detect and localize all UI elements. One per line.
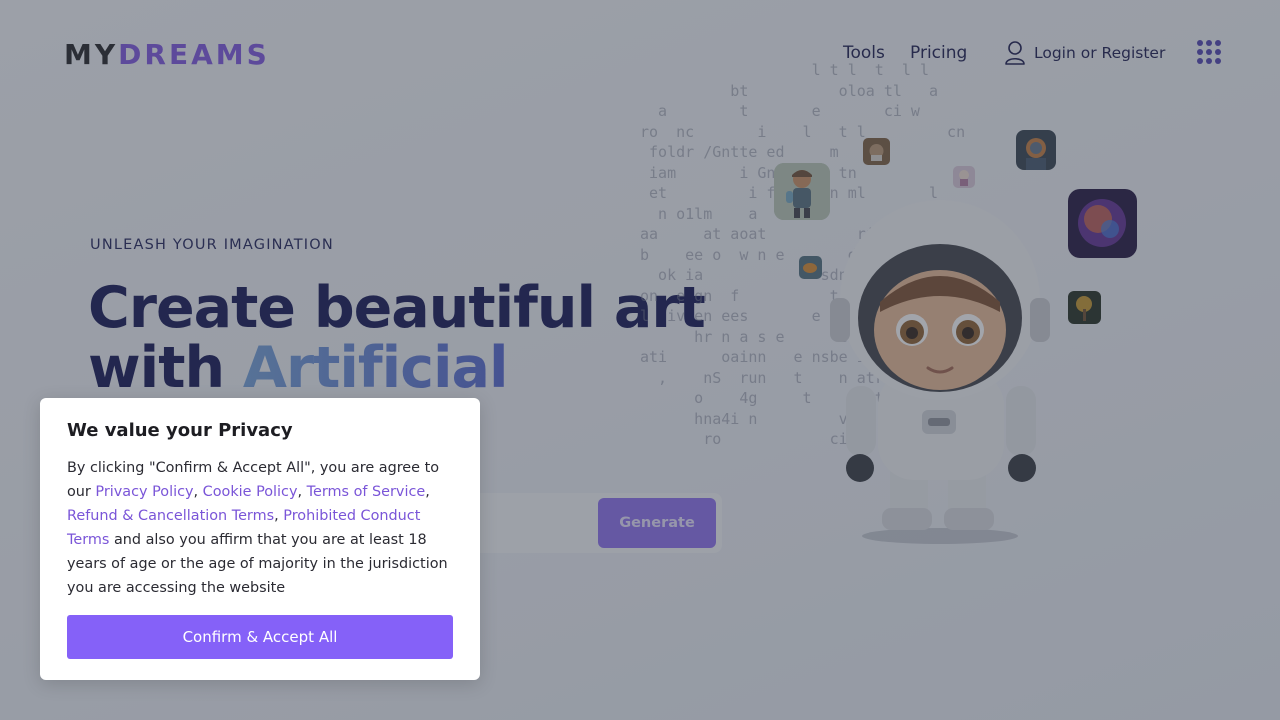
cookie-policy-link[interactable]: Cookie Policy bbox=[203, 484, 298, 500]
privacy-consent-dialog: We value your Privacy By clicking "Confi… bbox=[40, 398, 480, 680]
privacy-dialog-body: By clicking "Confirm & Accept All", you … bbox=[67, 456, 455, 600]
terms-of-service-link[interactable]: Terms of Service bbox=[307, 484, 426, 500]
separator: , bbox=[193, 484, 203, 500]
separator: , bbox=[425, 484, 430, 500]
privacy-dialog-title: We value your Privacy bbox=[67, 420, 293, 441]
confirm-accept-all-button[interactable]: Confirm & Accept All bbox=[67, 615, 453, 659]
privacy-policy-link[interactable]: Privacy Policy bbox=[95, 484, 193, 500]
refund-cancellation-link[interactable]: Refund & Cancellation Terms bbox=[67, 508, 274, 524]
separator: , bbox=[274, 508, 284, 524]
privacy-outro-text: and also you affirm that you are at leas… bbox=[67, 532, 448, 596]
separator: , bbox=[297, 484, 307, 500]
